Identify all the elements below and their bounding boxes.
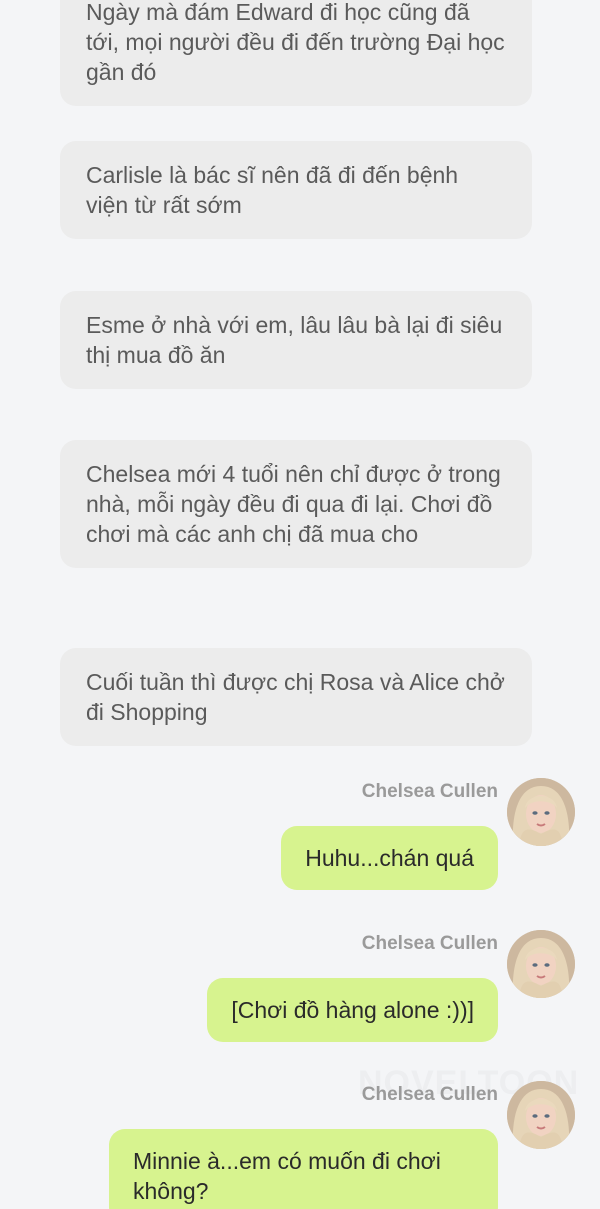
message-bubble: Huhu...chán quá xyxy=(281,826,498,890)
narration-bubble: Cuối tuần thì được chị Rosa và Alice chở… xyxy=(60,648,532,746)
narration-bubble: Esme ở nhà với em, lâu lâu bà lại đi siê… xyxy=(60,291,532,389)
message-bubble: Minnie à...em có muốn đi chơi không? xyxy=(109,1129,498,1209)
narration-text: Chelsea mới 4 tuổi nên chỉ được ở trong … xyxy=(86,461,501,547)
avatar-icon[interactable] xyxy=(507,778,575,846)
message-text: [Chơi đồ hàng alone :))] xyxy=(231,997,474,1023)
narration-bubble: Chelsea mới 4 tuổi nên chỉ được ở trong … xyxy=(60,440,532,568)
narration-text: Esme ở nhà với em, lâu lâu bà lại đi siê… xyxy=(86,312,503,368)
narration-bubble: Carlisle là bác sĩ nên đã đi đến bệnh vi… xyxy=(60,141,532,239)
message-bubble: [Chơi đồ hàng alone :))] xyxy=(207,978,498,1042)
narration-text: Carlisle là bác sĩ nên đã đi đến bệnh vi… xyxy=(86,162,459,218)
narration-text: Ngày mà đám Edward đi học cũng đã tới, m… xyxy=(86,0,505,85)
speaker-name: Chelsea Cullen xyxy=(361,1084,498,1105)
narration-text: Cuối tuần thì được chị Rosa và Alice chở… xyxy=(86,669,505,725)
speaker-name: Chelsea Cullen xyxy=(361,933,498,954)
avatar-icon[interactable] xyxy=(507,930,575,998)
message-text: Minnie à...em có muốn đi chơi không? xyxy=(133,1148,441,1204)
message-text: Huhu...chán quá xyxy=(305,845,474,871)
avatar-icon[interactable] xyxy=(507,1081,575,1149)
speaker-name: Chelsea Cullen xyxy=(361,781,498,802)
narration-bubble: Ngày mà đám Edward đi học cũng đã tới, m… xyxy=(60,0,532,106)
chat-story-view: Ngày mà đám Edward đi học cũng đã tới, m… xyxy=(0,0,600,1209)
